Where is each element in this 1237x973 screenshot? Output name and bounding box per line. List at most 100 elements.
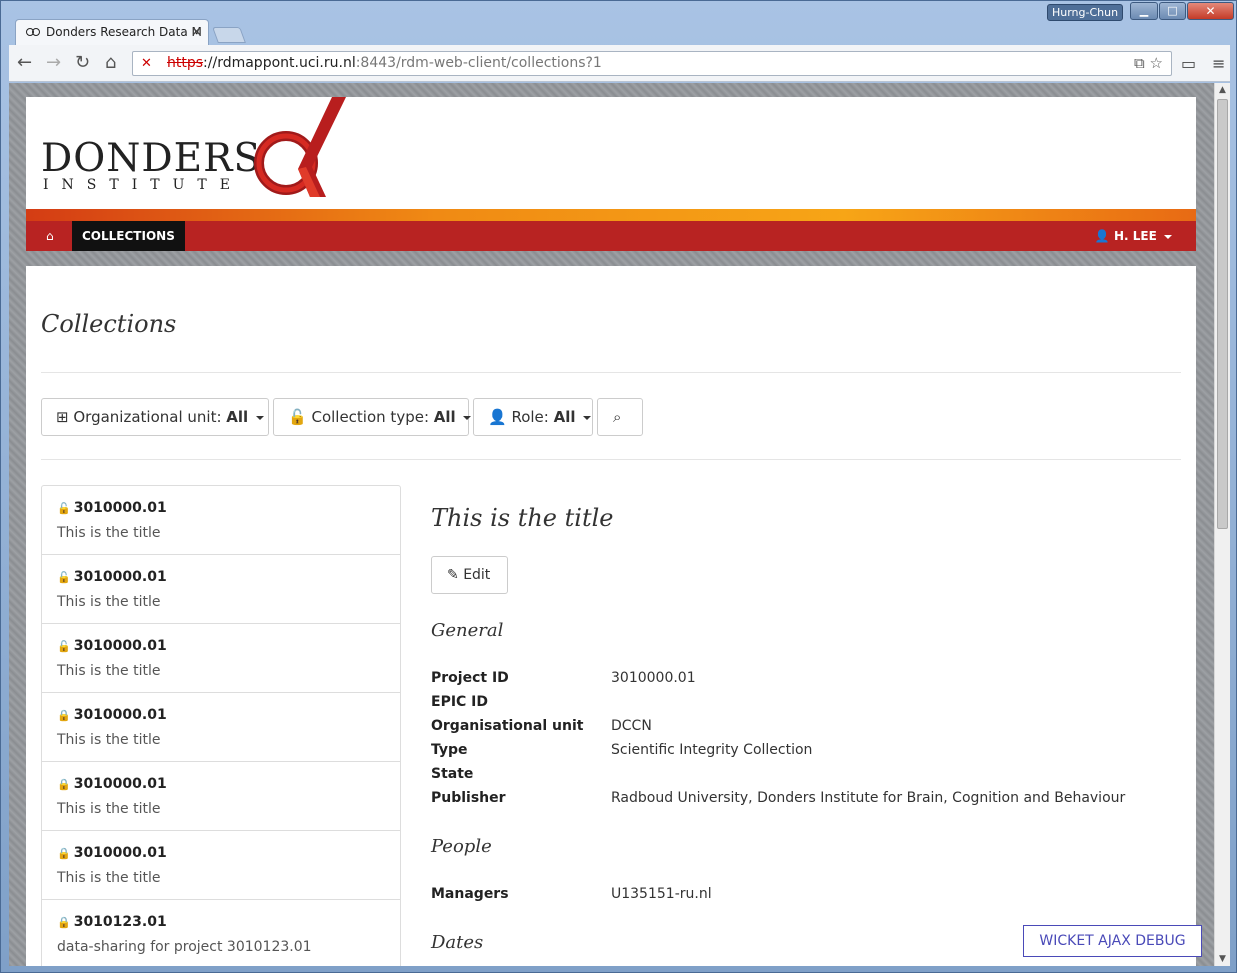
field-label: State <box>431 766 474 782</box>
donders-logo[interactable]: DONDERS INSTITUTE <box>41 136 262 194</box>
menu-icon[interactable]: ≡ <box>1212 54 1225 73</box>
list-item[interactable]: 🔒 3010123.01 data-sharing for project 301… <box>42 900 400 966</box>
org-unit-filter[interactable]: ⊞ Organizational unit: All <box>41 398 269 436</box>
section-general: General <box>431 620 504 641</box>
collection-id: 3010000.01 <box>73 638 167 654</box>
url-host: ://rdmappont.uci.ru.nl <box>203 55 356 71</box>
cast-icon[interactable]: ▭ <box>1181 54 1196 73</box>
search-icon: ⌕ <box>613 408 622 426</box>
collection-id: 3010000.01 <box>73 500 167 516</box>
profile-badge[interactable]: Hurng-Chun <box>1047 4 1123 21</box>
main-content: Collections ⊞ Organizational unit: All 🔓… <box>26 266 1196 966</box>
list-item[interactable]: 🔒 3010000.01 This is the title <box>42 762 400 831</box>
nav-home-icon[interactable]: ⌂ <box>46 229 54 243</box>
title-bar: Donders Research Data M ✕ Hurng-Chun ▁ □… <box>1 1 1237 45</box>
collection-title: This is the title <box>57 801 161 817</box>
maximize-button[interactable]: □ <box>1159 2 1186 20</box>
new-tab-button[interactable] <box>212 27 246 43</box>
divider <box>41 459 1181 460</box>
collection-title: This is the title <box>57 594 161 610</box>
list-item[interactable]: 🔓 3010000.01 This is the title <box>42 555 400 624</box>
close-window-button[interactable]: ✕ <box>1187 2 1234 20</box>
tab-title: Donders Research Data M <box>46 25 202 39</box>
scroll-up-icon[interactable]: ▲ <box>1219 85 1226 95</box>
org-unit-value: All <box>226 408 249 426</box>
unlock-icon: 🔓 <box>288 408 307 426</box>
list-item[interactable]: 🔓 3010000.01 This is the title <box>42 624 400 693</box>
browser-tab[interactable]: Donders Research Data M ✕ <box>15 19 209 45</box>
pencil-icon: ✎ <box>447 567 459 583</box>
search-button[interactable]: ⌕ <box>597 398 643 436</box>
list-item[interactable]: 🔓 3010000.01 This is the title <box>42 486 400 555</box>
minimize-button[interactable]: ▁ <box>1130 2 1158 20</box>
field-value: Radboud University, Donders Institute fo… <box>611 790 1126 806</box>
bookmark-star-icon[interactable]: ☆ <box>1150 54 1163 72</box>
list-item[interactable]: 🔒 3010000.01 This is the title <box>42 693 400 762</box>
role-value: All <box>553 408 576 426</box>
main-navbar: ⌂ COLLECTIONS 👤 H. LEE <box>26 221 1196 251</box>
lock-icon: 🔒 <box>57 916 71 929</box>
lock-icon: 🔒 <box>57 778 71 791</box>
browser-toolbar: ← → ↻ ⌂ ✕ https://rdmappont.uci.ru.nl:84… <box>9 45 1230 82</box>
collection-title: This is the title <box>57 525 161 541</box>
collection-title: This is the title <box>57 732 161 748</box>
collection-list: 🔓 3010000.01 This is the title 🔓 3010000.0… <box>41 485 401 966</box>
unlock-icon: 🔓 <box>57 640 71 653</box>
field-state: State <box>431 766 1191 788</box>
field-value: U135151-ru.nl <box>611 886 712 902</box>
chevron-down-icon <box>463 415 472 420</box>
back-arrow-icon[interactable]: ← <box>17 53 32 73</box>
page-title: Collections <box>41 310 177 338</box>
edit-button[interactable]: ✎ Edit <box>431 556 508 594</box>
org-unit-label: Organizational unit: <box>73 408 227 426</box>
collection-type-label: Collection type: <box>311 408 434 426</box>
collection-type-filter[interactable]: 🔓 Collection type: All <box>273 398 472 436</box>
section-dates: Dates <box>431 932 484 953</box>
url-path: :8443/rdm-web-client/collections?1 <box>355 55 602 71</box>
role-filter[interactable]: 👤 Role: All <box>473 398 593 436</box>
insecure-lock-icon[interactable]: ✕ <box>141 56 152 71</box>
url-scheme: https <box>167 55 204 71</box>
wicket-ajax-debug-link[interactable]: WICKET AJAX DEBUG <box>1023 925 1202 957</box>
logo-line2: INSTITUTE <box>43 177 243 193</box>
page-scrollbar[interactable]: ▲ ▼ <box>1214 83 1230 966</box>
tab-close-icon[interactable]: ✕ <box>191 25 202 40</box>
sitemap-icon: ⊞ <box>56 408 69 426</box>
lock-icon: 🔒 <box>57 709 71 722</box>
divider <box>41 372 1181 373</box>
field-publisher: Publisher Radboud University, Donders In… <box>431 790 1191 812</box>
chevron-down-icon <box>583 415 592 420</box>
list-item[interactable]: 🔒 3010000.01 This is the title <box>42 831 400 900</box>
translate-icon[interactable]: ⧉ <box>1134 54 1145 72</box>
scroll-thumb[interactable] <box>1217 99 1228 529</box>
user-icon: 👤 <box>1094 229 1110 243</box>
logo-line1: DONDERS <box>41 136 262 181</box>
field-org-unit: Organisational unit DCCN <box>431 718 1191 740</box>
unlock-icon: 🔓 <box>57 502 71 515</box>
field-project-id: Project ID 3010000.01 <box>431 670 1191 692</box>
field-value: DCCN <box>611 718 652 734</box>
collection-title: data-sharing for project 3010123.01 <box>57 939 312 955</box>
detail-title: This is the title <box>431 504 614 532</box>
user-menu[interactable]: 👤 H. LEE <box>1095 229 1172 243</box>
field-label: Organisational unit <box>431 718 584 734</box>
reload-icon[interactable]: ↻ <box>75 53 90 73</box>
unlock-icon: 🔓 <box>57 571 71 584</box>
address-bar[interactable]: ✕ https://rdmappont.uci.ru.nl:8443/rdm-w… <box>132 51 1172 76</box>
scroll-down-icon[interactable]: ▼ <box>1219 954 1226 964</box>
site-header: DONDERS INSTITUTE ⌂ COLLECTIONS 👤 H. LEE <box>26 97 1196 251</box>
nav-collections[interactable]: COLLECTIONS <box>72 221 185 251</box>
collection-id: 3010000.01 <box>73 707 167 723</box>
collection-title: This is the title <box>57 870 161 886</box>
forward-arrow-icon[interactable]: → <box>46 53 61 73</box>
edit-label: Edit <box>463 567 491 583</box>
chevron-down-icon <box>255 415 264 420</box>
field-value: 3010000.01 <box>611 670 696 686</box>
user-name: H. LEE <box>1113 229 1157 243</box>
browser-window: Donders Research Data M ✕ Hurng-Chun ▁ □… <box>0 0 1237 973</box>
translate-star-icons: ⧉ ☆ <box>1134 54 1163 72</box>
field-type: Type Scientific Integrity Collection <box>431 742 1191 764</box>
field-epic-id: EPIC ID <box>431 694 1191 716</box>
section-people: People <box>431 836 492 857</box>
home-icon[interactable]: ⌂ <box>105 53 116 73</box>
